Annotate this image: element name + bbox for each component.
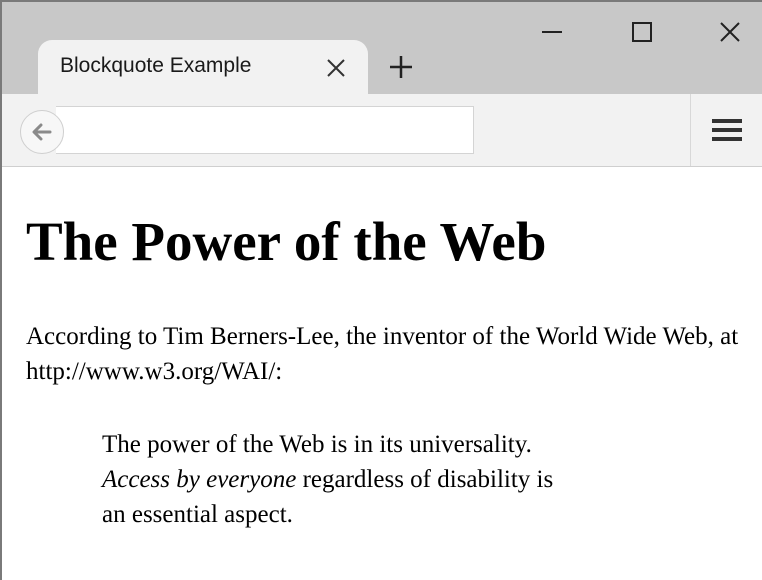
toolbar-divider — [690, 94, 691, 166]
intro-paragraph: According to Tim Berners-Lee, the invent… — [26, 323, 739, 385]
blockquote: The power of the Web is in its universal… — [102, 427, 682, 532]
tab-strip: Blockquote Example — [2, 2, 762, 94]
page-content: The Power of the Web According to Tim Be… — [2, 167, 762, 580]
quote-line-1: The power of the Web is in its universal… — [102, 431, 532, 458]
close-icon[interactable] — [716, 18, 744, 46]
back-arrow-icon — [32, 123, 52, 141]
maximize-icon[interactable] — [628, 18, 656, 46]
navigation-toolbar — [2, 94, 762, 167]
tab-title: Blockquote Example — [60, 54, 252, 77]
minimize-icon[interactable] — [538, 18, 566, 46]
tab-close-icon[interactable] — [324, 56, 348, 80]
page-heading: The Power of the Web — [26, 211, 547, 272]
back-button[interactable] — [20, 110, 64, 154]
browser-window: Blockquote Example The Power of the Web … — [0, 0, 762, 580]
quote-line-3: an essential aspect. — [102, 501, 293, 528]
new-tab-plus-icon[interactable] — [388, 54, 414, 80]
tab-blockquote-example[interactable]: Blockquote Example — [38, 40, 368, 94]
hamburger-menu-icon[interactable] — [710, 114, 744, 146]
quote-line-2-rest: regardless of disability is — [296, 466, 554, 493]
quote-emphasis: Access by everyone — [102, 466, 297, 493]
address-bar[interactable] — [56, 106, 474, 154]
